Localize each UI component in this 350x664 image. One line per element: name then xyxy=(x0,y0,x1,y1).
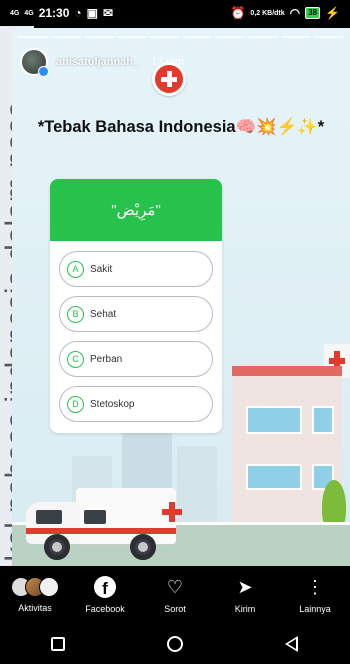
quiz-options: A Sakit B Sehat C Perban D Stetoskop xyxy=(50,241,222,422)
action-facebook[interactable]: f Facebook xyxy=(75,576,135,614)
ambulance-cross-icon xyxy=(162,502,182,522)
ambulance xyxy=(26,484,182,560)
charging-icon: ⚡ xyxy=(325,6,340,20)
option-text: Sehat xyxy=(90,308,117,320)
action-label: Sorot xyxy=(164,604,186,614)
option-letter: B xyxy=(67,305,84,323)
quiz-option-b[interactable]: B Sehat xyxy=(59,296,213,332)
action-label: Kirim xyxy=(234,604,256,614)
data-speed: 0,2 KB/dtk xyxy=(250,9,285,17)
action-label: Lainnya xyxy=(299,604,331,614)
status-bar: 4G 4G 21:30 ◔ ▣ ✉ ⏰ 0,2 KB/dtk ◠ 38 ⚡ xyxy=(0,0,350,26)
option-letter: A xyxy=(67,260,84,278)
action-activity[interactable]: Aktivitas xyxy=(5,577,65,613)
option-text: Sakit xyxy=(90,263,113,275)
medical-cross-icon xyxy=(152,62,186,96)
action-more[interactable]: ⋮ Lainnya xyxy=(285,576,345,615)
battery-icon: 38 xyxy=(305,7,321,19)
gallery-icon: ▣ xyxy=(86,6,98,20)
action-label: Facebook xyxy=(85,604,125,614)
clock: 21:30 xyxy=(38,6,70,20)
action-send[interactable]: ➤ Kirim xyxy=(215,576,275,615)
story-progress-bars xyxy=(18,36,345,38)
quiz-option-a[interactable]: A Sakit xyxy=(59,251,213,287)
gmail-icon: ✉ xyxy=(102,6,114,20)
back-button[interactable] xyxy=(272,629,312,659)
avatar[interactable] xyxy=(20,48,49,77)
action-highlight[interactable]: ♡ Sorot xyxy=(145,576,205,615)
option-letter: C xyxy=(67,350,84,368)
network-indicator-2: 4G xyxy=(24,9,34,17)
quiz-question: "مَرِيْض" xyxy=(50,179,222,241)
story-headline: *Tebak Bahasa Indonesia🧠💥⚡✨* xyxy=(37,118,325,136)
whatsapp-icon: ◔ xyxy=(74,6,82,20)
author-name[interactable]: anisatuljannah_ xyxy=(56,56,139,68)
option-text: Perban xyxy=(90,353,123,365)
story-action-bar: Aktivitas f Facebook ♡ Sorot ➤ Kirim ⋮ L… xyxy=(0,566,350,624)
home-icon xyxy=(166,636,183,652)
quiz-card: "مَرِيْض" A Sakit B Sehat C Perban D Ste… xyxy=(50,179,222,433)
facebook-icon: f xyxy=(94,576,116,598)
highlight-icon: ♡ xyxy=(166,576,184,597)
recents-icon xyxy=(51,637,66,651)
story-view[interactable]: anisatuljannah_ 13 jam *Tebak Bahasa Ind… xyxy=(12,28,350,566)
wifi-icon: ◠ xyxy=(289,6,301,20)
send-icon: ➤ xyxy=(237,576,253,597)
viewer-avatars-icon xyxy=(11,577,59,597)
quiz-option-d[interactable]: D Stetoskop xyxy=(59,386,213,422)
back-icon xyxy=(285,636,299,652)
recents-button[interactable] xyxy=(38,629,78,659)
more-vertical-icon: ⋮ xyxy=(306,576,324,597)
action-label: Aktivitas xyxy=(18,603,52,613)
system-navigation-bar xyxy=(0,624,350,664)
network-indicator-1: 4G xyxy=(10,9,20,17)
quiz-option-c[interactable]: C Perban xyxy=(59,341,213,377)
home-button[interactable] xyxy=(155,629,195,659)
alarm-icon: ⏰ xyxy=(230,6,246,20)
option-text: Stetoskop xyxy=(90,398,135,410)
option-letter: D xyxy=(67,395,84,413)
